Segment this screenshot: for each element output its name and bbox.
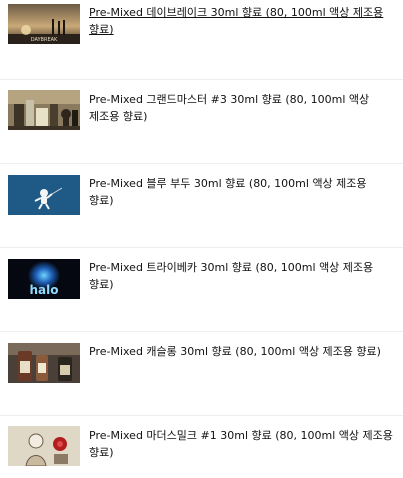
item-divider bbox=[0, 415, 403, 416]
daybreak-logo-text: DAYBREAK bbox=[31, 37, 58, 43]
item-divider bbox=[0, 79, 403, 80]
grandmaster-thumbnail-icon[interactable] bbox=[8, 90, 80, 130]
product-item-blue-voodoo[interactable]: Pre-Mixed 블루 부두 30ml 향료 (80, 100ml 액상 제조… bbox=[0, 170, 403, 226]
product-title-link[interactable]: Pre-Mixed 데이브레이크 30ml 향료 (80, 100ml 액상 제… bbox=[89, 4, 394, 38]
product-title-link[interactable]: Pre-Mixed 마더스밀크 #1 30ml 향료 (80, 100ml 액상… bbox=[89, 427, 394, 461]
item-divider bbox=[0, 163, 403, 164]
product-item-mothers-milk[interactable]: Pre-Mixed 마더스밀크 #1 30ml 향료 (80, 100ml 액상… bbox=[0, 422, 403, 478]
product-title-link[interactable]: Pre-Mixed 그랜드마스터 #3 30ml 향료 (80, 100ml 액… bbox=[89, 91, 394, 125]
product-title-link[interactable]: Pre-Mixed 트라이베카 30ml 향료 (80, 100ml 액상 제조… bbox=[89, 259, 394, 293]
item-divider bbox=[0, 331, 403, 332]
product-title-link[interactable]: Pre-Mixed 캐슬롱 30ml 향료 (80, 100ml 액상 제조용 … bbox=[89, 343, 394, 360]
blue-voodoo-thumbnail-icon[interactable] bbox=[8, 175, 80, 215]
mothers-milk-thumbnail-icon[interactable] bbox=[8, 426, 80, 466]
product-list: DAYBREAK Pre-Mixed 데이브레이크 30ml 향료 (80, 1… bbox=[0, 0, 403, 475]
product-item-tribeca[interactable]: halo Pre-Mixed 트라이베카 30ml 향료 (80, 100ml … bbox=[0, 254, 403, 310]
product-title-link[interactable]: Pre-Mixed 블루 부두 30ml 향료 (80, 100ml 액상 제조… bbox=[89, 175, 394, 209]
item-divider bbox=[0, 247, 403, 248]
product-item-daybreak[interactable]: DAYBREAK Pre-Mixed 데이브레이크 30ml 향료 (80, 1… bbox=[0, 0, 403, 56]
castle-long-thumbnail-icon[interactable] bbox=[8, 343, 80, 383]
tribeca-halo-thumbnail-icon[interactable]: halo bbox=[8, 259, 80, 299]
daybreak-thumbnail-icon[interactable]: DAYBREAK bbox=[8, 4, 80, 44]
halo-logo-text: halo bbox=[30, 283, 59, 297]
product-item-grandmaster[interactable]: Pre-Mixed 그랜드마스터 #3 30ml 향료 (80, 100ml 액… bbox=[0, 86, 403, 142]
product-item-castle-long[interactable]: Pre-Mixed 캐슬롱 30ml 향료 (80, 100ml 액상 제조용 … bbox=[0, 338, 403, 394]
